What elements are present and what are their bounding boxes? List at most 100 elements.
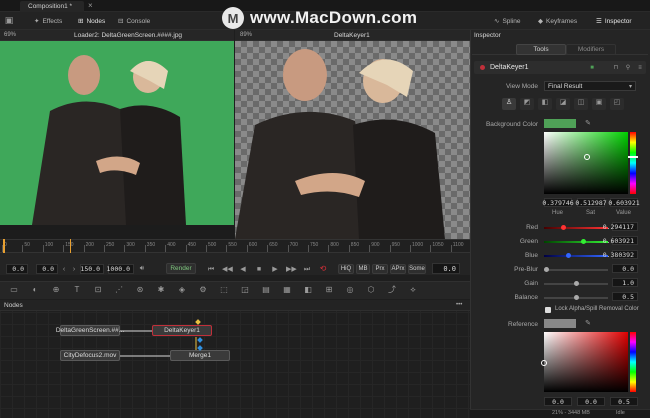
prx-button[interactable]: Prx <box>372 264 388 274</box>
gain-field[interactable]: 1.0 <box>612 278 638 287</box>
nodes-panel-menu-icon[interactable]: ••• <box>456 302 462 308</box>
text-icon[interactable]: T <box>71 285 83 294</box>
background-color-swatch[interactable] <box>544 119 576 128</box>
pre-matte-tab-icon[interactable]: ◩ <box>520 98 534 110</box>
console-tab[interactable]: ⊟ Console <box>118 17 150 26</box>
mask-tab-icon[interactable]: ▣ <box>592 98 606 110</box>
gain-slider[interactable] <box>544 281 608 286</box>
inspector-tab[interactable]: ☰ Inspector <box>596 17 632 26</box>
viewer-right[interactable] <box>235 41 470 239</box>
bspline-icon[interactable]: ▤ <box>260 285 272 294</box>
renderer-icon[interactable]: ⟡ <box>407 285 419 294</box>
matte-icon[interactable]: ◧ <box>302 285 314 294</box>
color-picker-square[interactable] <box>544 132 628 194</box>
step-back-icon[interactable]: ‹ <box>60 265 68 274</box>
matte-tab-icon[interactable]: ◧ <box>538 98 552 110</box>
loop-icon[interactable]: ⟲ <box>318 264 328 273</box>
reference-sat-field[interactable]: 0.0 <box>577 397 605 406</box>
balance-field[interactable]: 0.5 <box>612 292 638 301</box>
aprx-button[interactable]: APrx <box>390 264 406 274</box>
current-time-field[interactable]: 0.0 <box>6 264 28 274</box>
transform-icon[interactable]: ⊕ <box>50 285 62 294</box>
blue-field[interactable]: 0.380392 <box>603 250 638 259</box>
node-pin-icon[interactable]: ⚲ <box>624 64 632 73</box>
value-field[interactable]: 0.603921 <box>608 198 640 207</box>
tab-tools[interactable]: Tools <box>516 44 566 55</box>
view-mode-select[interactable]: Final Result ▾ <box>544 81 636 91</box>
pre-blur-slider[interactable] <box>544 267 608 272</box>
ellipse-icon[interactable]: ◲ <box>239 285 251 294</box>
go-to-end-icon[interactable]: ⏭ <box>302 265 312 274</box>
settings-tab-icon[interactable]: ◰ <box>610 98 624 110</box>
paint-icon[interactable]: ◐ <box>29 285 41 294</box>
reference-hue-field[interactable]: 0.0 <box>544 397 572 406</box>
effects-tab[interactable]: ✦ Effects <box>34 17 62 26</box>
keyframes-tab[interactable]: ◆ Keyframes <box>538 17 577 26</box>
hue-field[interactable]: 0.379746 <box>542 198 574 207</box>
viewer-left[interactable] <box>0 41 234 225</box>
tuning-tab-icon[interactable]: ◫ <box>574 98 588 110</box>
viewer-left-zoom[interactable]: 69% <box>4 32 16 38</box>
media-pool-icon[interactable]: ▣ <box>4 16 14 25</box>
balance-slider[interactable] <box>544 295 608 300</box>
tab-close-icon[interactable]: × <box>88 1 93 10</box>
hiq-button[interactable]: HiQ <box>338 264 354 274</box>
rewind-icon[interactable]: ◀◀ <box>222 265 233 274</box>
mask-icon[interactable]: ◈ <box>176 285 188 294</box>
reference-picker-square[interactable] <box>544 332 628 392</box>
fast-forward-icon[interactable]: ▶▶ <box>286 265 297 274</box>
fringe-tab-icon[interactable]: ◪ <box>556 98 570 110</box>
color-picker-cursor[interactable] <box>584 154 590 160</box>
hue-strip-marker[interactable] <box>628 156 638 158</box>
play-reverse-icon[interactable]: ◀ <box>238 265 248 274</box>
some-button[interactable]: Some <box>408 264 426 274</box>
step-forward-icon[interactable]: › <box>70 265 78 274</box>
blur-icon[interactable]: ⚙ <box>197 285 209 294</box>
composition-tab[interactable]: Composition1 * <box>20 1 84 12</box>
play-icon[interactable]: ▶ <box>270 265 280 274</box>
pre-blur-field[interactable]: 0.0 <box>612 264 638 273</box>
3d-shape-icon[interactable]: ⬡ <box>365 285 377 294</box>
node-merge[interactable]: Merge1 <box>170 350 230 361</box>
grid-icon[interactable]: ▦ <box>281 285 293 294</box>
node-delta-green-screen[interactable]: DeltaGreenScreen.##... <box>56 325 124 336</box>
emitter-icon[interactable]: ⤴ <box>386 285 398 294</box>
gain-slider-knob[interactable] <box>574 281 579 286</box>
playhead[interactable] <box>3 239 5 253</box>
render-range-marker[interactable] <box>70 239 71 253</box>
frame-field[interactable]: 0.0 <box>432 263 460 274</box>
node-city-defocus[interactable]: CityDefocus2.mov <box>60 350 120 361</box>
color-corrector-icon[interactable]: ◎ <box>344 285 356 294</box>
key-tab-icon[interactable]: ♙ <box>502 98 516 110</box>
particle-icon[interactable]: ✱ <box>155 285 167 294</box>
blue-slider-knob[interactable] <box>566 253 571 258</box>
stop-icon[interactable]: ■ <box>254 265 264 274</box>
reference-eyedropper-icon[interactable]: ✎ <box>584 319 592 328</box>
green-slider-knob[interactable] <box>581 239 586 244</box>
background-icon[interactable]: ▭ <box>8 285 20 294</box>
green-slider[interactable] <box>544 239 608 244</box>
audio-icon[interactable]: 🔊︎ <box>138 264 146 273</box>
blue-slider[interactable] <box>544 253 608 258</box>
balance-slider-knob[interactable] <box>574 295 579 300</box>
red-field[interactable]: 0.294117 <box>603 222 638 231</box>
channel-icon[interactable]: ⊞ <box>323 285 335 294</box>
tab-modifiers[interactable]: Modifiers <box>566 44 616 55</box>
end-time-field[interactable]: 150.0 <box>80 264 104 274</box>
sat-field[interactable]: 0.512987 <box>575 198 607 207</box>
red-slider[interactable] <box>544 225 608 230</box>
node-lock-icon[interactable]: ⊓ <box>612 64 620 73</box>
node-menu-icon[interactable]: ≡ <box>636 64 644 73</box>
eyedropper-icon[interactable]: ✎ <box>584 119 592 128</box>
reference-value-field[interactable]: 0.5 <box>610 397 638 406</box>
reference-picker-cursor[interactable] <box>541 360 547 366</box>
nodes-tab[interactable]: ⊞ Nodes <box>78 17 105 26</box>
green-field[interactable]: 0.603921 <box>603 236 638 245</box>
hue-strip[interactable] <box>630 132 636 194</box>
polygon-icon[interactable]: ⋰ <box>113 285 125 294</box>
mb-button[interactable]: MB <box>356 264 370 274</box>
total-time-field[interactable]: 1000.0 <box>107 264 134 274</box>
lock-checkbox[interactable] <box>545 307 551 313</box>
start-time-field[interactable]: 0.0 <box>36 264 58 274</box>
red-slider-knob[interactable] <box>561 225 566 230</box>
